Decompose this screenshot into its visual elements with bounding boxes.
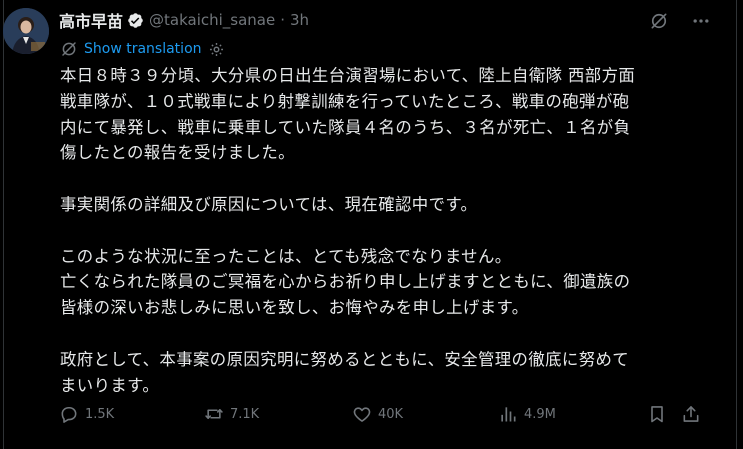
repost-button[interactable]: 7.1K bbox=[204, 404, 259, 424]
like-icon bbox=[353, 407, 371, 422]
repost-count: 7.1K bbox=[230, 406, 260, 422]
views-icon bbox=[501, 407, 516, 422]
bookmark-button[interactable] bbox=[647, 404, 667, 424]
like-count: 40K bbox=[378, 406, 404, 422]
share-button[interactable] bbox=[681, 404, 701, 424]
post-time[interactable]: 3h bbox=[290, 11, 309, 29]
author-name[interactable]: 高市早苗 bbox=[59, 8, 123, 32]
reply-button[interactable]: 1.5K bbox=[59, 404, 114, 424]
right-divider bbox=[736, 0, 737, 449]
like-button[interactable]: 40K bbox=[352, 404, 403, 424]
post-header: 高市早苗 @takaichi_sanae · 3h bbox=[59, 9, 309, 31]
verified-badge-icon bbox=[127, 12, 144, 29]
translation-row: Show translation bbox=[60, 40, 226, 58]
separator-dot: · bbox=[280, 11, 286, 29]
translate-icon bbox=[60, 40, 78, 58]
more-icon[interactable] bbox=[691, 11, 711, 31]
bookmark-icon bbox=[651, 406, 663, 423]
views-count: 4.9M bbox=[524, 406, 556, 422]
avatar-photo bbox=[3, 8, 49, 54]
repost-icon bbox=[205, 409, 223, 419]
show-translation-link[interactable]: Show translation bbox=[84, 41, 202, 57]
reply-icon bbox=[61, 406, 77, 423]
grok-icon[interactable] bbox=[649, 11, 669, 31]
post[interactable]: 高市早苗 @takaichi_sanae · 3h Show translati… bbox=[0, 0, 743, 449]
avatar[interactable] bbox=[3, 8, 49, 54]
action-bar: 1.5K 7.1K 40K 4.9M bbox=[59, 404, 699, 432]
views-button[interactable]: 4.9M bbox=[498, 404, 556, 424]
post-text: 本日８時３９分頃、大分県の日出生台演習場において、陸上自衛隊 西部方面 戦車隊が… bbox=[60, 66, 636, 395]
share-icon bbox=[683, 406, 699, 422]
header-actions bbox=[649, 11, 711, 31]
settings-icon[interactable] bbox=[208, 40, 226, 58]
reply-count: 1.5K bbox=[85, 406, 115, 422]
left-divider bbox=[3, 0, 4, 449]
author-handle[interactable]: @takaichi_sanae bbox=[149, 11, 275, 29]
